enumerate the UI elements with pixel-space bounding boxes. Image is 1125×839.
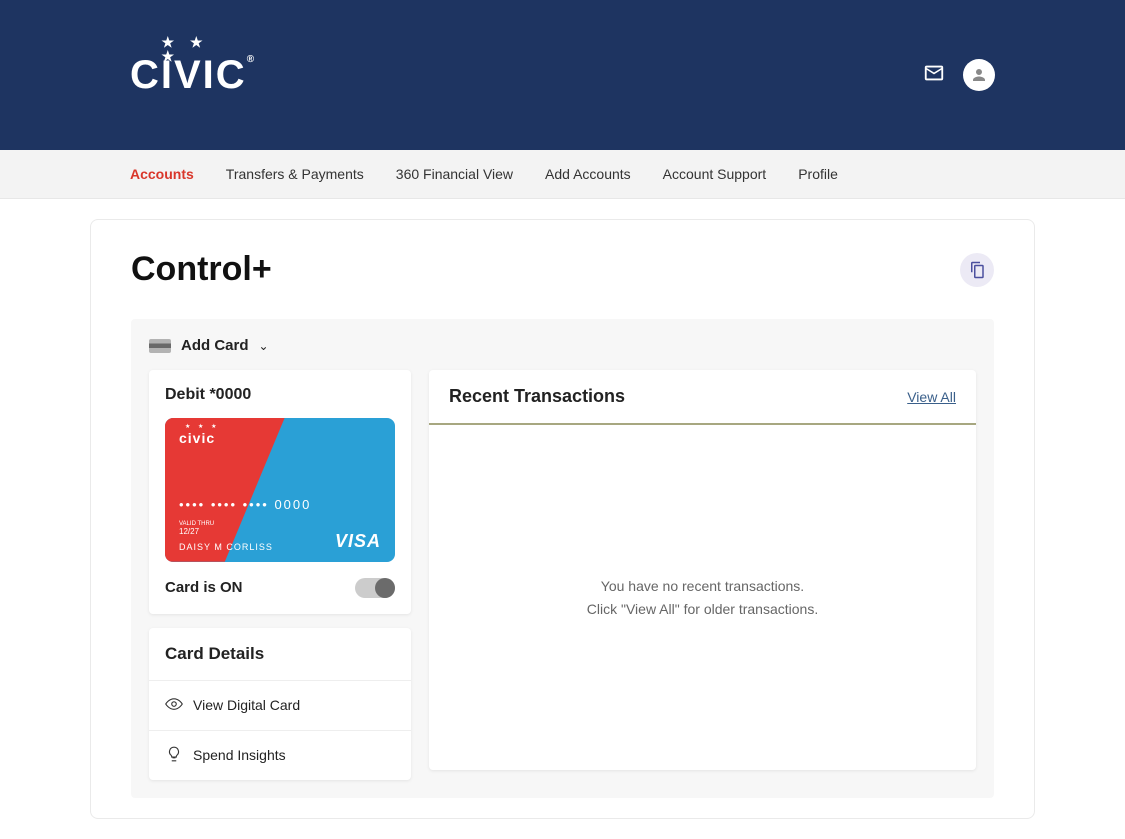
nav-item-360-financial-view[interactable]: 360 Financial View	[396, 150, 513, 198]
details-item-label: Spend Insights	[193, 747, 286, 763]
card-holder: DAISY M CORLISS	[179, 542, 273, 552]
nav-item-accounts[interactable]: Accounts	[130, 150, 194, 198]
nav-item-account-support[interactable]: Account Support	[663, 150, 767, 198]
card-network: VISA	[335, 531, 381, 552]
control-plus-panel: Control+ Add Card ⌄ Debit *0000 ★ ★ ★ ci…	[90, 219, 1035, 819]
mail-icon[interactable]	[923, 62, 945, 89]
empty-text-line: You have no recent transactions.	[601, 575, 804, 597]
add-card-dropdown[interactable]: Add Card ⌄	[149, 337, 976, 354]
card-valid: VALID THRU 12/27	[179, 521, 214, 536]
details-item-label: View Digital Card	[193, 697, 300, 713]
credit-card-image: ★ ★ ★ civic •••• •••• •••• 0000 VALID TH…	[165, 418, 395, 562]
details-item-spend-insights[interactable]: Spend Insights	[149, 730, 411, 780]
brand-logo[interactable]: ★ ★ ★ CIVIC®	[130, 55, 256, 95]
header: ★ ★ ★ CIVIC®	[0, 0, 1125, 150]
nav-item-transfers-payments[interactable]: Transfers & Payments	[226, 150, 364, 198]
copy-icon[interactable]	[960, 253, 994, 287]
profile-avatar[interactable]	[963, 59, 995, 91]
chevron-down-icon: ⌄	[259, 339, 269, 353]
transactions-empty-state: You have no recent transactions. Click "…	[429, 425, 976, 770]
card-status-label: Card is ON	[165, 579, 243, 596]
card-details-title: Card Details	[149, 628, 411, 680]
card-panel: Debit *0000 ★ ★ ★ civic •••• •••• •••• 0…	[149, 370, 411, 614]
transactions-title: Recent Transactions	[449, 386, 625, 407]
card-number: •••• •••• •••• 0000	[179, 497, 311, 512]
card-icon	[149, 339, 171, 353]
card-label: Debit *0000	[165, 386, 395, 404]
bulb-icon	[165, 745, 183, 766]
nav-item-add-accounts[interactable]: Add Accounts	[545, 150, 631, 198]
view-all-link[interactable]: View All	[907, 389, 956, 405]
main-nav: Accounts Transfers & Payments 360 Financia…	[0, 150, 1125, 199]
card-brand: civic	[179, 430, 215, 446]
eye-icon	[165, 695, 183, 716]
star-icon: ★ ★ ★	[185, 423, 219, 430]
card-details-panel: Card Details View Digital Card Spend Insi…	[149, 628, 411, 780]
card-status-toggle[interactable]	[355, 578, 395, 598]
details-item-view-digital-card[interactable]: View Digital Card	[149, 680, 411, 730]
page-title: Control+	[131, 250, 272, 289]
nav-item-profile[interactable]: Profile	[798, 150, 838, 198]
empty-text-line: Click "View All" for older transactions.	[587, 598, 818, 620]
add-card-label: Add Card	[181, 337, 249, 354]
recent-transactions-panel: Recent Transactions View All You have no…	[429, 370, 976, 770]
star-icon: ★ ★ ★	[162, 35, 225, 63]
